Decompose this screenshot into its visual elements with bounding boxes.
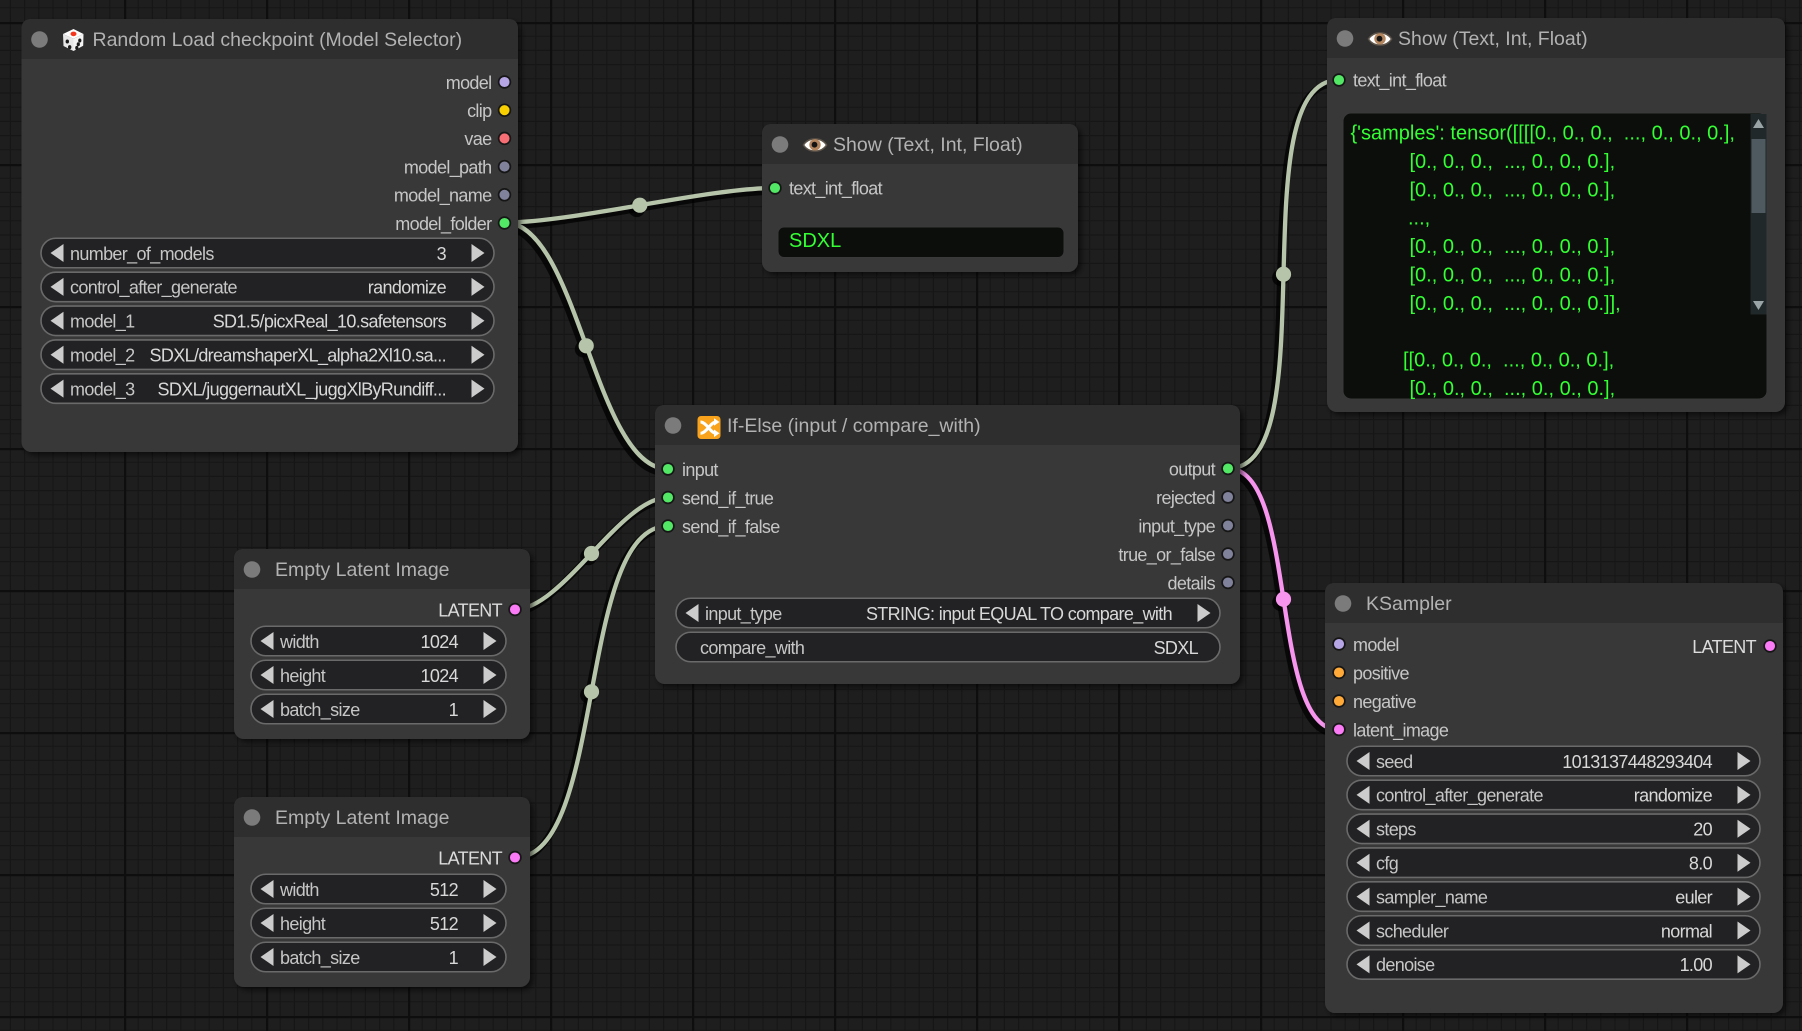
svg-text:true_or_false: true_or_false	[1118, 545, 1215, 566]
svg-text:[0., 0., 0., ..., 0., 0., 0.]: [0., 0., 0., ..., 0., 0., 0.],	[1410, 236, 1616, 258]
svg-text:text_int_float: text_int_float	[789, 178, 883, 199]
svg-text:input_type: input_type	[1138, 516, 1215, 537]
svg-text:SDXL: SDXL	[1154, 638, 1199, 658]
svg-text:[0., 0., 0., ..., 0., 0., 0.]: [0., 0., 0., ..., 0., 0., 0.],	[1410, 151, 1616, 173]
svg-text:scheduler: scheduler	[1376, 921, 1449, 941]
svg-text:512: 512	[430, 914, 459, 934]
svg-text:send_if_true: send_if_true	[682, 488, 774, 509]
svg-text:512: 512	[430, 880, 459, 900]
svg-text:LATENT: LATENT	[438, 600, 502, 620]
svg-text:{'samples': tensor([[[[0., 0.,: {'samples': tensor([[[[0., 0., 0., ..., …	[1351, 123, 1735, 145]
svg-text:[0., 0., 0., ..., 0., 0., 0.]: [0., 0., 0., ..., 0., 0., 0.],	[1410, 179, 1616, 201]
svg-text:3: 3	[437, 244, 447, 264]
svg-text:SDXL/dreamshaperXL_alpha2Xl10.: SDXL/dreamshaperXL_alpha2Xl10.sa...	[150, 346, 446, 367]
svg-text:vae: vae	[464, 129, 492, 149]
svg-text:input_type: input_type	[705, 604, 782, 625]
svg-text:height: height	[280, 666, 326, 686]
svg-text:[[0., 0., 0., ..., 0., 0., 0.: [[0., 0., 0., ..., 0., 0., 0.],	[1403, 350, 1614, 372]
svg-text:model_1: model_1	[70, 312, 135, 333]
svg-text:width: width	[279, 880, 319, 900]
svg-text:clip: clip	[467, 101, 492, 121]
svg-text:latent_image: latent_image	[1353, 720, 1449, 741]
svg-text:1: 1	[449, 948, 459, 968]
svg-text:positive: positive	[1353, 663, 1409, 683]
svg-text:1: 1	[449, 700, 459, 720]
svg-text:batch_size: batch_size	[280, 948, 360, 969]
svg-text:1013137448293404: 1013137448293404	[1562, 752, 1712, 772]
svg-text:randomize: randomize	[368, 278, 447, 298]
svg-text:denoise: denoise	[1376, 955, 1435, 975]
svg-text:[0., 0., 0., ..., 0., 0., 0.]: [0., 0., 0., ..., 0., 0., 0.],	[1410, 378, 1616, 400]
svg-text:output: output	[1169, 459, 1216, 479]
svg-text:Show (Text, Int, Float): Show (Text, Int, Float)	[833, 134, 1023, 156]
svg-text:If-Else (input / compare_with): If-Else (input / compare_with)	[727, 415, 981, 437]
svg-text:SDXL: SDXL	[789, 230, 841, 252]
svg-text:send_if_false: send_if_false	[682, 517, 780, 538]
svg-text:steps: steps	[1376, 820, 1416, 840]
svg-text:negative: negative	[1353, 692, 1416, 712]
svg-text:...,: ...,	[1408, 208, 1430, 230]
svg-text:Show (Text, Int, Float): Show (Text, Int, Float)	[1398, 28, 1588, 50]
svg-text:seed: seed	[1376, 752, 1412, 772]
svg-text:LATENT: LATENT	[438, 848, 502, 868]
svg-text:model_path: model_path	[404, 157, 492, 178]
svg-text:SD1.5/picxReal_10.safetensors: SD1.5/picxReal_10.safetensors	[213, 312, 447, 333]
svg-text:randomize: randomize	[1634, 786, 1713, 806]
svg-text:Empty Latent Image: Empty Latent Image	[275, 559, 450, 581]
svg-text:control_after_generate: control_after_generate	[1376, 786, 1543, 807]
svg-text:model_folder: model_folder	[395, 214, 492, 235]
svg-text:LATENT: LATENT	[1692, 637, 1756, 657]
svg-text:8.0: 8.0	[1689, 854, 1713, 874]
svg-text:text_int_float: text_int_float	[1353, 70, 1447, 91]
svg-text:Random Load checkpoint (Model: Random Load checkpoint (Model Selector)	[93, 29, 463, 51]
svg-text:1024: 1024	[421, 666, 459, 686]
svg-text:model: model	[1353, 635, 1399, 655]
svg-text:compare_with: compare_with	[700, 638, 804, 659]
svg-text:1024: 1024	[421, 632, 459, 652]
svg-text:STRING: input EQUAL TO compare: STRING: input EQUAL TO compare_with	[866, 604, 1172, 625]
svg-text:euler: euler	[1675, 887, 1712, 907]
svg-text:KSampler: KSampler	[1366, 593, 1452, 615]
svg-text:sampler_name: sampler_name	[1376, 887, 1488, 908]
svg-text:input: input	[682, 460, 718, 480]
svg-text:20: 20	[1693, 820, 1712, 840]
svg-text:number_of_models: number_of_models	[70, 244, 214, 265]
svg-text:details: details	[1168, 573, 1216, 593]
svg-text:normal: normal	[1661, 921, 1712, 941]
svg-text:control_after_generate: control_after_generate	[70, 278, 237, 299]
svg-text:model_name: model_name	[394, 186, 492, 207]
svg-text:[0., 0., 0., ..., 0., 0., 0.]: [0., 0., 0., ..., 0., 0., 0.],	[1410, 265, 1616, 287]
svg-text:Empty Latent Image: Empty Latent Image	[275, 807, 450, 829]
svg-text:height: height	[280, 914, 326, 934]
svg-text:model_3: model_3	[70, 379, 135, 400]
svg-text:model_2: model_2	[70, 346, 135, 367]
svg-text:model: model	[446, 73, 492, 93]
svg-text:SDXL/juggernautXL_juggXlByRund: SDXL/juggernautXL_juggXlByRundiff...	[158, 379, 446, 400]
svg-text:1.00: 1.00	[1680, 955, 1713, 975]
svg-text:width: width	[279, 632, 319, 652]
svg-text:cfg: cfg	[1376, 854, 1398, 874]
svg-text:[0., 0., 0., ..., 0., 0., 0.]: [0., 0., 0., ..., 0., 0., 0.]],	[1410, 293, 1621, 315]
svg-text:rejected: rejected	[1156, 488, 1215, 508]
svg-text:batch_size: batch_size	[280, 700, 360, 721]
